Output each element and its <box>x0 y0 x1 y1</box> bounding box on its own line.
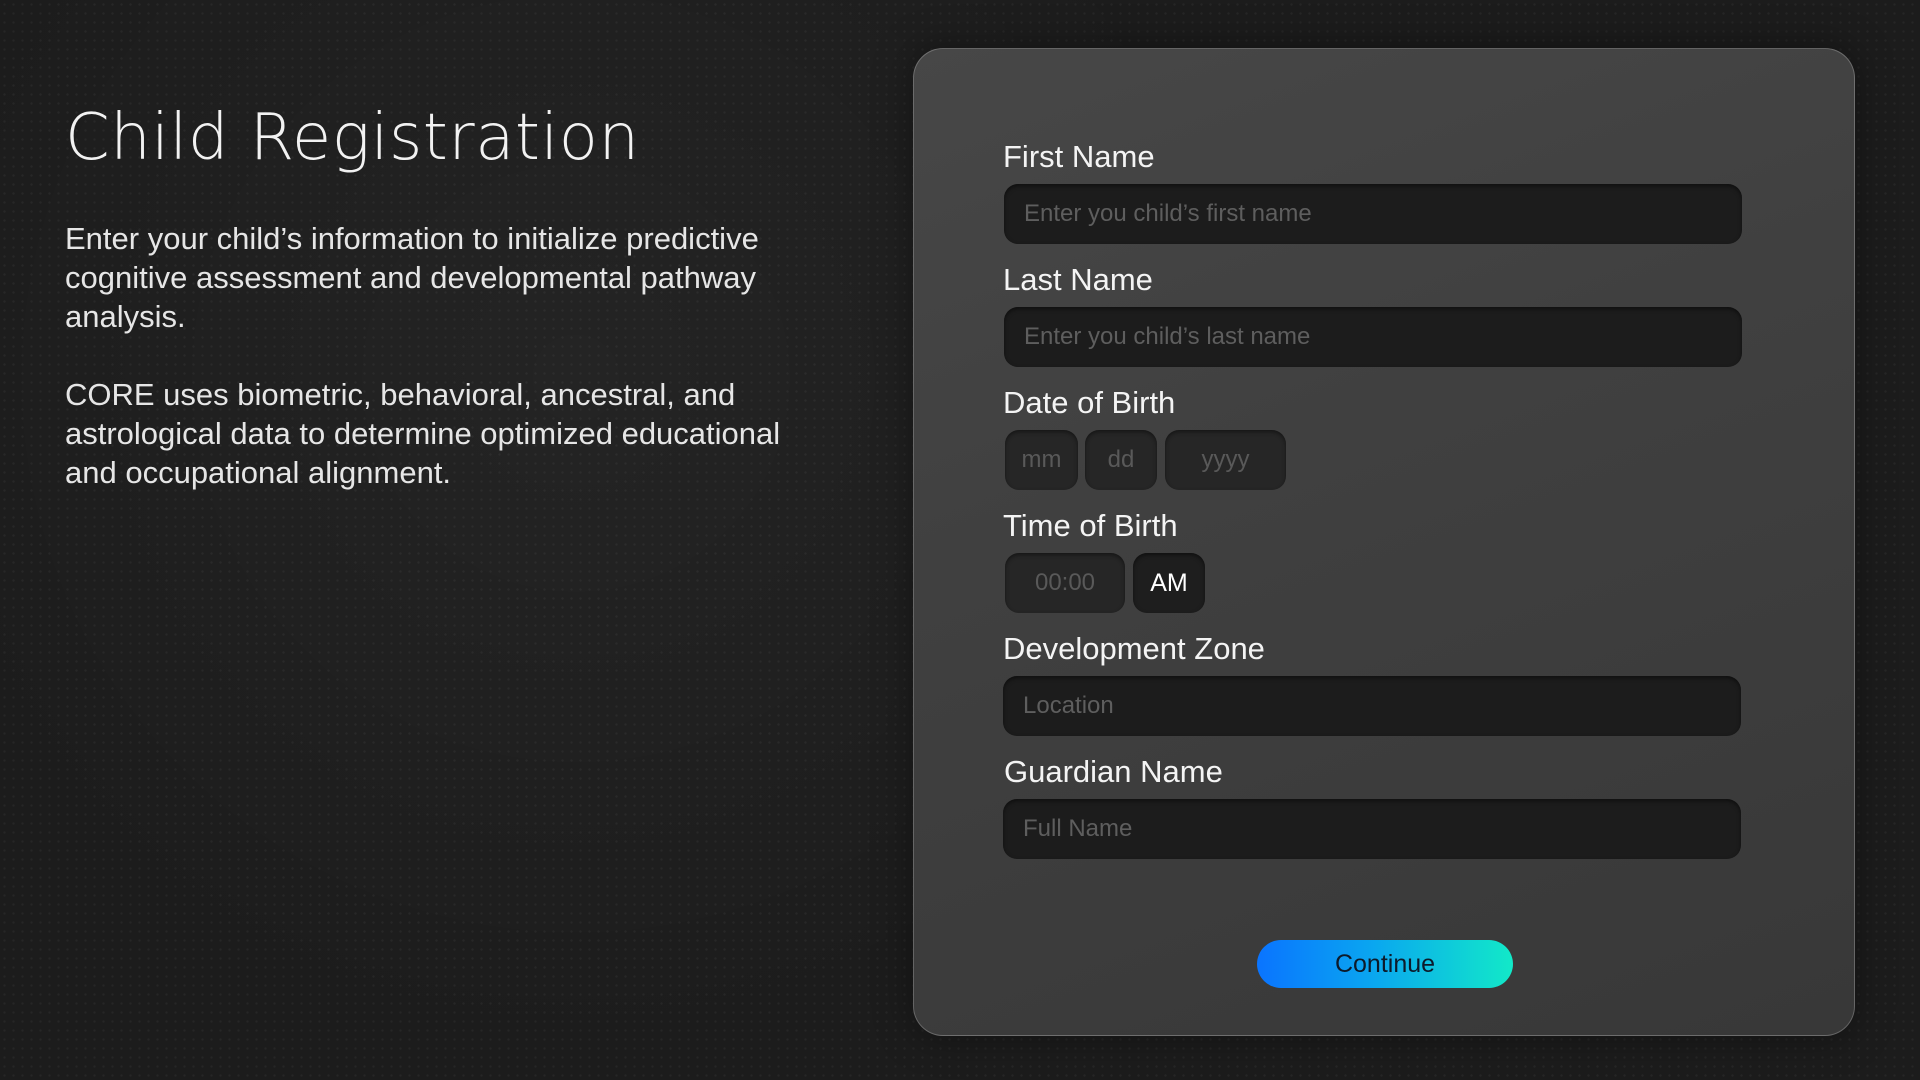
birth-time-input[interactable] <box>1005 553 1125 613</box>
registration-form-panel: First Name Last Name Date of Birth Time … <box>913 48 1855 1036</box>
guardian-name-input[interactable] <box>1003 799 1741 859</box>
intro-section: Child Registration Enter your child’s in… <box>65 100 785 492</box>
birth-day-input[interactable] <box>1085 430 1157 490</box>
page-title: Child Registration <box>65 101 640 175</box>
guardian-name-label: Guardian Name <box>1004 754 1223 789</box>
date-of-birth-label: Date of Birth <box>1003 385 1176 420</box>
first-name-label: First Name <box>1003 139 1155 174</box>
last-name-label: Last Name <box>1003 262 1153 297</box>
birth-month-input[interactable] <box>1005 430 1078 490</box>
intro-core-description: CORE uses biometric, behavioral, ancestr… <box>65 376 781 490</box>
time-of-birth-label: Time of Birth <box>1003 508 1178 543</box>
birth-year-input[interactable] <box>1165 430 1286 490</box>
development-zone-label: Development Zone <box>1003 631 1265 666</box>
continue-button[interactable]: Continue <box>1257 940 1513 988</box>
intro-description: Enter your child’s information to initia… <box>65 220 759 334</box>
last-name-input[interactable] <box>1004 307 1742 367</box>
am-pm-toggle[interactable]: AM <box>1133 553 1205 613</box>
development-zone-input[interactable] <box>1003 676 1741 736</box>
first-name-input[interactable] <box>1004 184 1742 244</box>
